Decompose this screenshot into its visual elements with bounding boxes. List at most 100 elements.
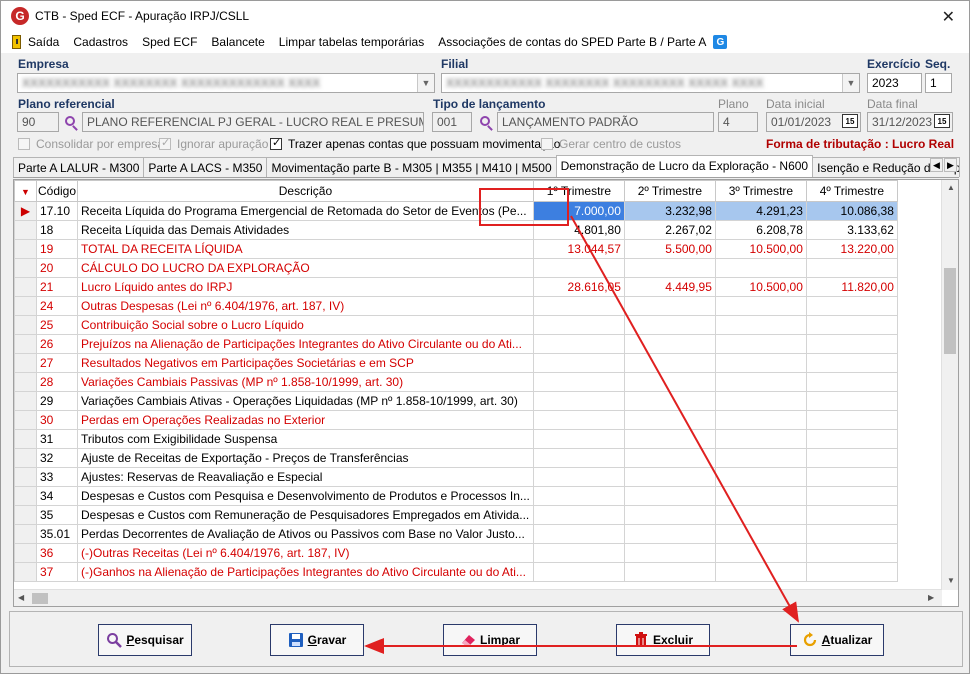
- cell-descricao[interactable]: (-)Ganhos na Alienação de Participações …: [77, 562, 534, 582]
- cell-codigo[interactable]: 36: [36, 543, 78, 563]
- tab-demonstracao-lucro[interactable]: Demonstração de Lucro da Exploração - N6…: [555, 155, 814, 177]
- cell-q2[interactable]: [623, 353, 716, 373]
- cell-q1[interactable]: [532, 448, 625, 468]
- cell-descricao[interactable]: Despesas e Custos com Remuneração de Pes…: [77, 505, 534, 525]
- cell-q2[interactable]: [623, 296, 716, 316]
- cell-q1[interactable]: [532, 486, 625, 506]
- cell-codigo[interactable]: 30: [36, 410, 78, 430]
- cell-q2[interactable]: [623, 448, 716, 468]
- cell-descricao[interactable]: Contribuição Social sobre o Lucro Líquid…: [77, 315, 534, 335]
- cell-codigo[interactable]: 27: [36, 353, 78, 373]
- cell-q4[interactable]: [805, 448, 898, 468]
- cell-q1[interactable]: [532, 543, 625, 563]
- cell-codigo[interactable]: 18: [36, 220, 78, 240]
- scroll-left-icon[interactable]: ◀: [18, 593, 24, 602]
- cell-q4[interactable]: [805, 410, 898, 430]
- search-icon[interactable]: [61, 112, 79, 130]
- exercicio-input[interactable]: 2023: [867, 73, 922, 93]
- scroll-right-icon[interactable]: ▶: [928, 593, 934, 602]
- cell-q4[interactable]: 10.086,38: [805, 201, 898, 221]
- cell-descricao[interactable]: Perdas Decorrentes de Avaliação de Ativo…: [77, 524, 534, 544]
- cell-q1[interactable]: [532, 315, 625, 335]
- cell-q4[interactable]: [805, 353, 898, 373]
- cell-q4[interactable]: [805, 391, 898, 411]
- cell-q3[interactable]: [714, 505, 807, 525]
- table-row[interactable]: 29 Variações Cambiais Ativas - Operações …: [14, 391, 898, 411]
- menu-balancete[interactable]: Balancete: [204, 35, 271, 49]
- cell-q2[interactable]: [623, 372, 716, 392]
- table-row[interactable]: 30 Perdas em Operações Realizadas no Exte…: [14, 410, 898, 430]
- horizontal-scroll-thumb[interactable]: [32, 593, 48, 604]
- vertical-scroll-thumb[interactable]: [944, 268, 956, 354]
- gravar-button[interactable]: Gravar: [270, 624, 364, 656]
- tab-scroll-left-icon[interactable]: ◀: [930, 158, 943, 172]
- cell-q2[interactable]: [623, 334, 716, 354]
- col-header-q3[interactable]: 3º Trimestre: [714, 180, 807, 202]
- cell-q4[interactable]: [805, 467, 898, 487]
- cell-q2[interactable]: [623, 562, 716, 582]
- menu-associacoes[interactable]: Associações de contas do SPED Parte B / …: [431, 35, 713, 49]
- cell-q4[interactable]: 11.820,00: [805, 277, 898, 297]
- empresa-select[interactable]: XXXXXXXXXXX XXXXXXXX XXXXXXXXXXXXX XXXX …: [17, 73, 435, 93]
- table-row[interactable]: ▶ 17.10 Receita Líquida do Programa Emerge…: [14, 201, 898, 221]
- scroll-up-icon[interactable]: ▲: [947, 183, 955, 192]
- cell-descricao[interactable]: Outras Despesas (Lei nº 6.404/1976, art.…: [77, 296, 534, 316]
- cell-q1[interactable]: [532, 334, 625, 354]
- cell-q4[interactable]: [805, 562, 898, 582]
- cell-q4[interactable]: [805, 505, 898, 525]
- calendar-icon[interactable]: 15: [934, 114, 950, 128]
- table-row[interactable]: 26 Prejuízos na Alienação de Participaçõe…: [14, 334, 898, 354]
- tab-scroll-right-icon[interactable]: ▶: [944, 158, 957, 172]
- cell-descricao[interactable]: TOTAL DA RECEITA LÍQUIDA: [77, 239, 534, 259]
- table-row[interactable]: 34 Despesas e Custos com Pesquisa e Desen…: [14, 486, 898, 506]
- atualizar-button[interactable]: Atualizar: [790, 624, 884, 656]
- table-row[interactable]: 28 Variações Cambiais Passivas (MP nº 1.8…: [14, 372, 898, 392]
- cell-q3[interactable]: [714, 296, 807, 316]
- cell-q2[interactable]: [623, 410, 716, 430]
- menu-sped-ecf[interactable]: Sped ECF: [135, 35, 204, 49]
- cell-codigo[interactable]: 35: [36, 505, 78, 525]
- cell-q4[interactable]: [805, 315, 898, 335]
- cell-q4[interactable]: [805, 524, 898, 544]
- cell-q3[interactable]: [714, 562, 807, 582]
- cell-q1[interactable]: [532, 258, 625, 278]
- calendar-icon[interactable]: 15: [842, 114, 858, 128]
- cell-q1[interactable]: [532, 524, 625, 544]
- cell-q3[interactable]: [714, 315, 807, 335]
- cell-descricao[interactable]: Ajuste de Receitas de Exportação - Preço…: [77, 448, 534, 468]
- plano-code-input[interactable]: 90: [17, 112, 59, 132]
- cell-q3[interactable]: [714, 372, 807, 392]
- cell-q4[interactable]: 13.220,00: [805, 239, 898, 259]
- cell-q1[interactable]: [532, 353, 625, 373]
- seq-input[interactable]: 1: [925, 73, 952, 93]
- cell-q1[interactable]: [532, 562, 625, 582]
- cell-q3[interactable]: [714, 391, 807, 411]
- tab-parte-a-lalur[interactable]: Parte A LALUR - M300: [13, 157, 145, 177]
- cell-q3[interactable]: [714, 448, 807, 468]
- cell-q2[interactable]: [623, 315, 716, 335]
- cell-q4[interactable]: [805, 334, 898, 354]
- cell-q2[interactable]: [623, 429, 716, 449]
- cell-descricao[interactable]: Variações Cambiais Passivas (MP nº 1.858…: [77, 372, 534, 392]
- cell-q3[interactable]: [714, 524, 807, 544]
- cell-q1[interactable]: 13.044,57: [532, 239, 625, 259]
- cell-q2[interactable]: 2.267,02: [623, 220, 716, 240]
- menu-cadastros[interactable]: Cadastros: [66, 35, 135, 49]
- cell-q3[interactable]: [714, 258, 807, 278]
- cell-descricao[interactable]: Receita Líquida do Programa Emergencial …: [77, 201, 534, 221]
- cell-descricao[interactable]: Prejuízos na Alienação de Participações …: [77, 334, 534, 354]
- cell-descricao[interactable]: Resultados Negativos em Participações So…: [77, 353, 534, 373]
- cell-q1[interactable]: [532, 372, 625, 392]
- cell-codigo[interactable]: 35.01: [36, 524, 78, 544]
- cell-descricao[interactable]: Despesas e Custos com Pesquisa e Desenvo…: [77, 486, 534, 506]
- menu-saida[interactable]: Saída: [21, 35, 66, 49]
- help-icon[interactable]: G: [713, 35, 728, 49]
- table-row[interactable]: 21 Lucro Líquido antes do IRPJ 28.616,05 4.…: [14, 277, 898, 297]
- cell-q2[interactable]: [623, 505, 716, 525]
- tab-movimentacao-parte-b[interactable]: Movimentação parte B - M305 | M355 | M41…: [266, 157, 557, 177]
- cell-descricao[interactable]: (-)Outras Receitas (Lei nº 6.404/1976, a…: [77, 543, 534, 563]
- cell-codigo[interactable]: 29: [36, 391, 78, 411]
- filial-select[interactable]: XXXXXXXXXXXX XXXXXXXX XXXXXXXXX XXXXX XX…: [441, 73, 860, 93]
- cell-descricao[interactable]: Ajustes: Reservas de Reavaliação e Espec…: [77, 467, 534, 487]
- cell-q3[interactable]: [714, 353, 807, 373]
